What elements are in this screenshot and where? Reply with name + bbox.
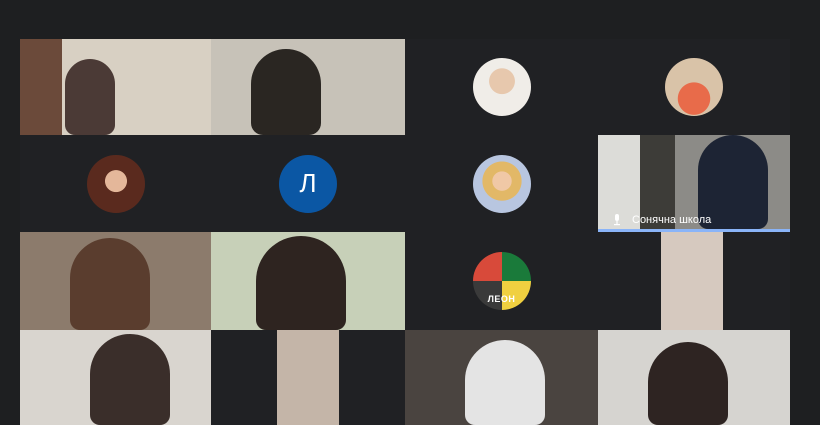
participant-tile-4[interactable]: [598, 39, 790, 135]
participant-video-2: [251, 49, 321, 135]
participant-video-16: [648, 342, 728, 425]
participant-tile-5[interactable]: [20, 135, 211, 232]
participant-avatar-letter-6: Л: [279, 154, 337, 213]
participant-video-14: [277, 330, 339, 425]
participant-video-13: [90, 334, 170, 425]
participant-avatar-4: [665, 58, 723, 116]
participant-tile-2[interactable]: [211, 39, 405, 135]
microphone-icon: [614, 214, 620, 226]
participant-tile-11[interactable]: ЛЕОН: [405, 232, 598, 330]
participant-avatar-logo-11: ЛЕОН: [472, 252, 531, 310]
participant-tile-6[interactable]: Л: [211, 135, 405, 232]
participant-tile-16[interactable]: [598, 330, 790, 425]
participant-video-1: [20, 39, 211, 135]
participant-tile-10[interactable]: [211, 232, 405, 330]
logo-text: ЛЕОН: [487, 294, 516, 304]
participant-video-10: [256, 236, 346, 330]
person-silhouette: [65, 59, 115, 135]
participant-avatar-7: [472, 154, 531, 213]
participant-video-15: [465, 340, 545, 425]
participant-avatar-3: [472, 58, 531, 116]
participant-name-label: Сонячна школа: [632, 214, 712, 226]
participant-tile-13[interactable]: [20, 330, 211, 425]
participant-avatar-5: [86, 154, 145, 213]
participant-tile-14[interactable]: [211, 330, 405, 425]
participant-tile-15[interactable]: [405, 330, 598, 425]
participant-tile-3[interactable]: [405, 39, 598, 135]
participant-video-12: [661, 232, 723, 330]
participant-grid: Л Сонячна школа ЛЕОН: [20, 39, 790, 425]
participant-tile-12[interactable]: [598, 232, 790, 330]
participant-tile-9[interactable]: [20, 232, 211, 330]
participant-tile-8[interactable]: Сонячна школа: [598, 135, 790, 232]
participant-tile-1[interactable]: [20, 39, 211, 135]
participant-video-9: [70, 238, 150, 330]
participant-tile-7[interactable]: [405, 135, 598, 232]
